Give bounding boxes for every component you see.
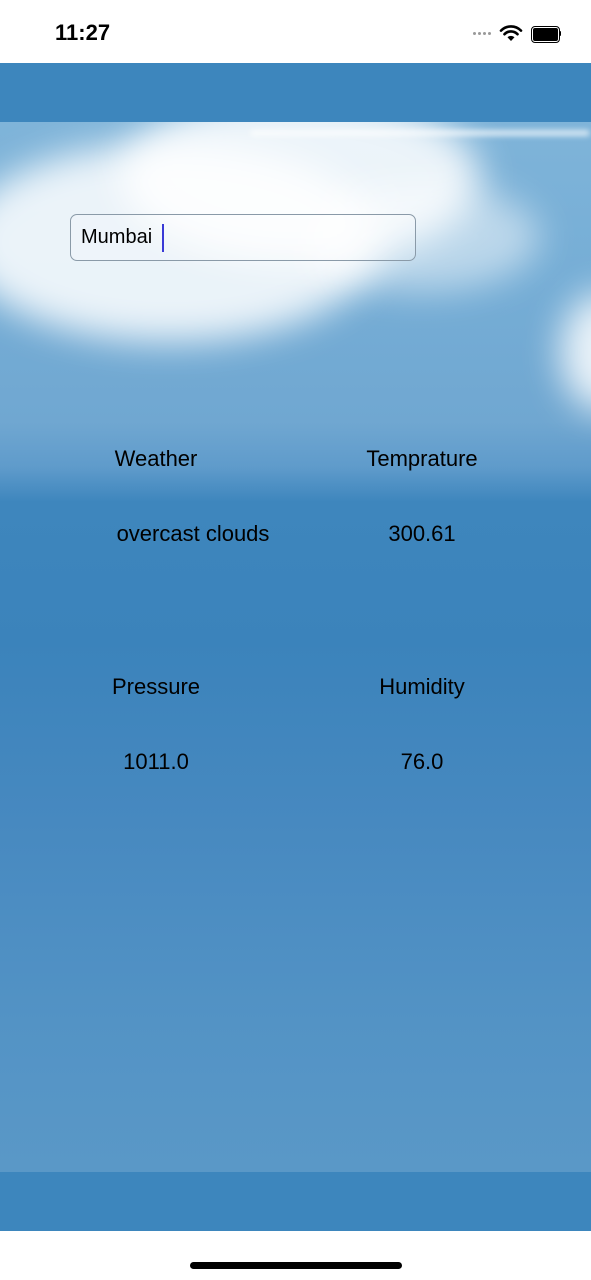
humidity-label: Humidity [379, 674, 465, 699]
pressure-value: 1011.0 [123, 749, 189, 774]
wifi-icon [499, 25, 523, 41]
sky-background [0, 122, 591, 1172]
top-bar [0, 63, 591, 122]
text-cursor [162, 224, 164, 252]
temperature-label: Temprature [366, 446, 478, 471]
home-indicator[interactable] [190, 1262, 402, 1269]
pressure-label: Pressure [111, 674, 201, 699]
humidity-value: 76.0 [400, 749, 444, 774]
bottom-bar [0, 1172, 591, 1231]
city-search-input[interactable] [70, 214, 416, 261]
status-icons [473, 22, 561, 44]
weather-label: Weather [114, 446, 198, 471]
status-bar: 11:27 [0, 0, 591, 63]
signal-icon [473, 31, 491, 35]
weather-value: overcast clouds [116, 521, 270, 546]
status-time: 11:27 [55, 20, 111, 45]
battery-icon [531, 25, 561, 43]
temperature-value: 300.61 [388, 521, 456, 546]
